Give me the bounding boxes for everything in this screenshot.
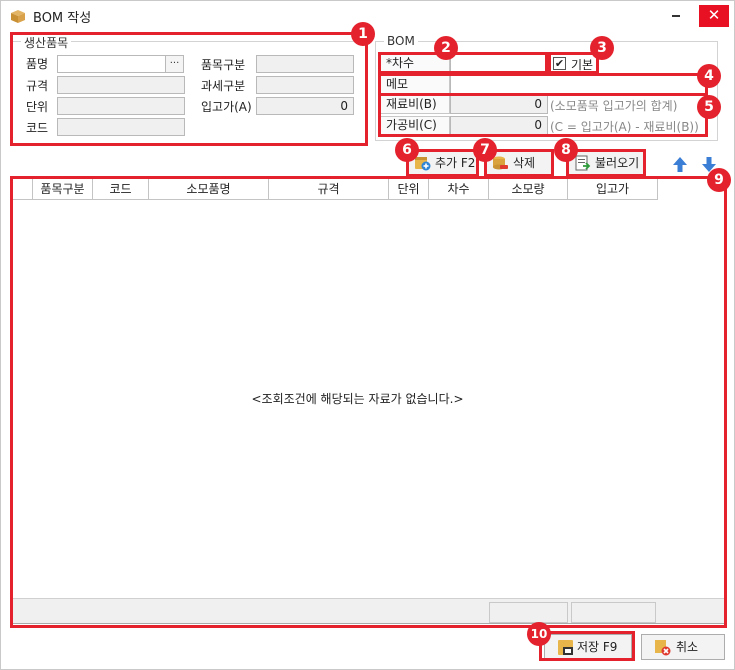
default-checkbox[interactable]: ✔	[553, 57, 566, 70]
annotation-badge-5: 5	[697, 95, 721, 119]
cancel-button-label: 취소	[676, 640, 699, 654]
processing-cost-hint: (C = 입고가(A) - 재료비(B))	[550, 120, 699, 134]
receiving-price-value: 0	[340, 99, 348, 113]
footer-total-cell	[489, 602, 568, 623]
minimize-button[interactable]	[667, 8, 685, 24]
unit-label: 단위	[26, 100, 49, 114]
bom-grid[interactable]: 품목구분 코드 소모품명 규격 단위 차수 소모량 입고가 <조회조건에 해당되…	[12, 178, 725, 624]
revision-input[interactable]	[450, 54, 546, 73]
item-name-label: 품명	[26, 57, 49, 71]
column-header-revision[interactable]: 차수	[429, 179, 489, 200]
item-type-field	[256, 55, 354, 73]
annotation-badge-6: 6	[395, 138, 419, 162]
load-button[interactable]: 불러오기	[568, 151, 644, 175]
default-label: 기본	[571, 58, 594, 72]
spec-field	[57, 76, 185, 94]
import-icon	[575, 155, 591, 171]
save-icon	[558, 640, 573, 655]
move-up-arrow-icon[interactable]	[671, 155, 689, 173]
annotation-badge-8: 8	[554, 138, 578, 162]
grid-footer	[13, 598, 724, 623]
column-header-spec[interactable]: 규격	[269, 179, 389, 200]
processing-cost-label: 가공비(C)	[380, 116, 450, 135]
processing-cost-value: 0	[534, 118, 542, 132]
material-cost-label: 재료비(B)	[380, 95, 450, 114]
column-header-consumption[interactable]: 소모량	[489, 179, 568, 200]
save-button-label: 저장 F9	[577, 640, 618, 654]
footer-total-cell	[571, 602, 656, 623]
bom-group-title: BOM	[384, 34, 418, 48]
window-title: BOM 작성	[33, 11, 92, 26]
production-item-group-title: 생산품목	[21, 34, 72, 51]
delete-row-icon	[493, 156, 508, 170]
tax-type-label: 과세구분	[201, 79, 246, 93]
annotation-badge-9: 9	[707, 168, 731, 192]
column-header-consumable-name[interactable]: 소모품명	[149, 179, 269, 200]
code-field	[57, 118, 185, 136]
annotation-badge-3: 3	[590, 36, 614, 60]
column-header-item-type[interactable]: 품목구분	[33, 179, 93, 200]
add-button[interactable]: 추가 F2	[408, 151, 477, 175]
receiving-price-field: 0	[256, 97, 354, 115]
add-row-icon	[415, 157, 431, 171]
close-button[interactable]: ✕	[699, 5, 729, 27]
annotation-badge-7: 7	[473, 138, 497, 162]
grid-header: 품목구분 코드 소모품명 규격 단위 차수 소모량 입고가	[13, 179, 658, 200]
item-name-input[interactable]	[57, 55, 166, 73]
annotation-badge-2: 2	[434, 36, 458, 60]
cancel-button[interactable]: 취소	[641, 634, 725, 660]
empty-message: <조회조건에 해당되는 자료가 없습니다.>	[251, 392, 464, 406]
delete-button-label: 삭제	[513, 156, 536, 170]
material-cost-hint: (소모품목 입고가의 합계)	[550, 99, 678, 113]
box-icon	[11, 10, 25, 23]
tax-type-field	[256, 76, 354, 94]
bom-window: BOM 작성 ✕ 생산품목 품명 ··· 규격 단위 코드 품목구분 과세구분 …	[0, 0, 735, 670]
receiving-price-label: 입고가(A)	[201, 100, 252, 114]
code-label: 코드	[26, 121, 49, 135]
item-type-label: 품목구분	[201, 58, 246, 72]
processing-cost-field: 0	[450, 116, 548, 135]
unit-field	[57, 97, 185, 115]
spec-label: 규격	[26, 79, 49, 93]
save-button[interactable]: 저장 F9	[544, 634, 632, 660]
material-cost-field: 0	[450, 95, 548, 114]
load-button-label: 불러오기	[595, 156, 640, 170]
close-icon: ✕	[707, 6, 721, 24]
add-button-label: 추가 F2	[435, 156, 476, 170]
annotation-badge-10: 10	[527, 622, 551, 646]
column-header-receiving-price[interactable]: 입고가	[568, 179, 658, 200]
grid-corner-cell	[13, 179, 33, 200]
material-cost-value: 0	[534, 97, 542, 111]
column-header-unit[interactable]: 단위	[389, 179, 429, 200]
column-header-code[interactable]: 코드	[93, 179, 149, 200]
cancel-icon	[655, 640, 671, 656]
annotation-badge-4: 4	[697, 64, 721, 88]
annotation-badge-1: 1	[351, 22, 375, 46]
memo-label: 메모	[380, 75, 450, 94]
memo-input[interactable]	[450, 75, 706, 94]
item-lookup-button[interactable]: ···	[165, 55, 184, 73]
